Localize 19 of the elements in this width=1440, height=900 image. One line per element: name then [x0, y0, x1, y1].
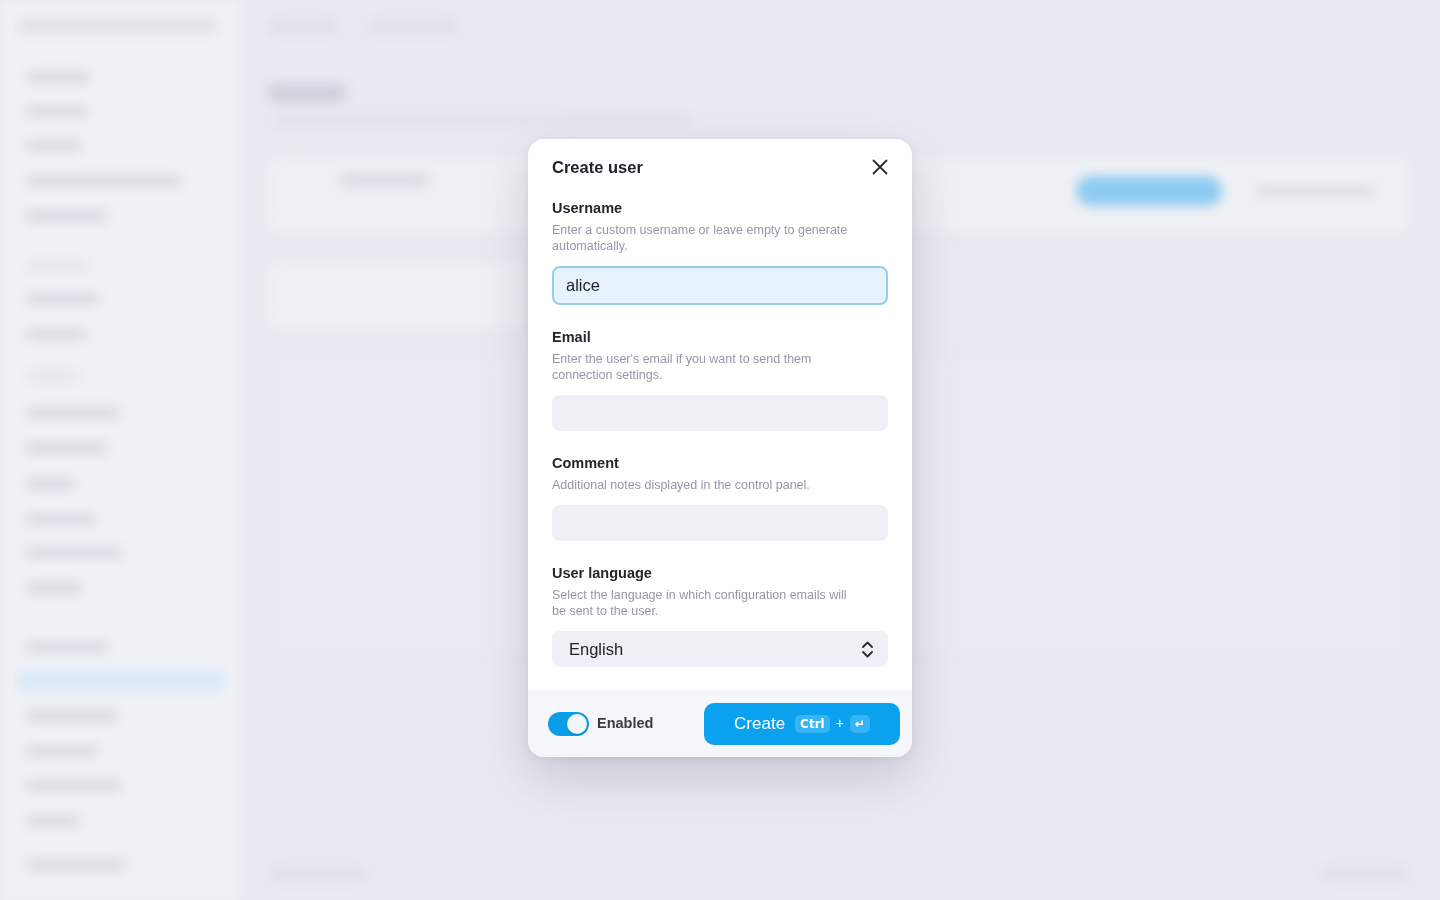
toggle-label: Enabled: [597, 713, 654, 733]
select-value: English: [569, 638, 624, 660]
field-label: Email: [552, 328, 592, 346]
toggle-switch[interactable]: [548, 711, 589, 736]
chevron-up-down-icon: [862, 640, 873, 658]
field-label: Username: [552, 199, 624, 217]
field-hint: Enter the user's email if you want to send them connection settings.: [552, 351, 813, 383]
close-button[interactable]: [872, 159, 888, 175]
field-label: User language: [552, 564, 653, 582]
language-select[interactable]: English: [552, 631, 888, 667]
field-hint: Enter a custom username or leave empty to generate automatically.: [552, 222, 849, 254]
keyboard-key: ↵: [849, 714, 870, 733]
close-icon: [872, 159, 888, 175]
field-label: Comment: [552, 454, 620, 472]
keyboard-key: Ctrl: [795, 714, 830, 733]
field-hint: Additional notes displayed in the control panel.: [552, 477, 811, 493]
field-hint: Select the language in which configuration emails will be sent to the user.: [552, 587, 848, 619]
input-field[interactable]: alice: [552, 266, 888, 305]
dialog-title: Create user: [552, 157, 643, 177]
